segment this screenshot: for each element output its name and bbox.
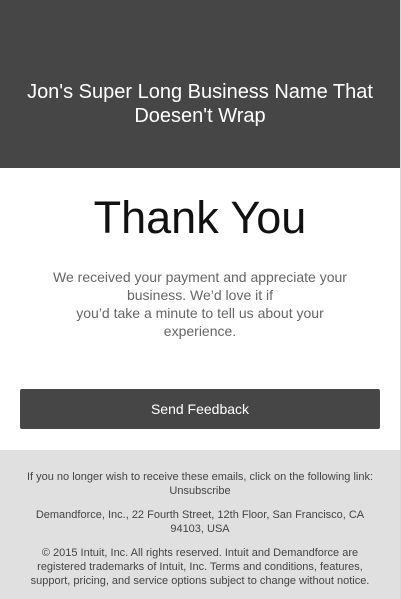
unsubscribe-text: If you no longer wish to receive these e… bbox=[26, 471, 374, 483]
message-line: you’d take a minute to tell us about you… bbox=[76, 305, 324, 321]
legal-line: support, pricing, and service options su… bbox=[30, 575, 370, 587]
header-banner: Jon's Super Long Business Name That Does… bbox=[0, 0, 400, 168]
message-line: We received your payment and appreciate … bbox=[53, 269, 347, 285]
email-page: Jon's Super Long Business Name That Does… bbox=[0, 0, 401, 599]
legal-notice: © 2015 Intuit, Inc. All rights reserved.… bbox=[14, 546, 386, 588]
address-line: Demandforce, Inc., 22 Fourth Street, 12t… bbox=[35, 509, 365, 521]
unsubscribe-link[interactable]: Unsubscribe bbox=[169, 485, 230, 497]
footer: If you no longer wish to receive these e… bbox=[0, 450, 400, 599]
send-feedback-button[interactable]: Send Feedback bbox=[20, 389, 380, 429]
message-line: experience. bbox=[163, 323, 237, 339]
thank-you-message: We received your payment and appreciate … bbox=[40, 268, 360, 340]
address-line: 94103, USA bbox=[170, 523, 230, 535]
unsubscribe-notice: If you no longer wish to receive these e… bbox=[14, 470, 386, 498]
message-line: business. We’d love it if bbox=[126, 287, 274, 303]
legal-line: registered trademarks of Intuit, Inc. Te… bbox=[37, 561, 363, 573]
business-name: Jon's Super Long Business Name That Does… bbox=[27, 81, 373, 127]
page-title: Thank You bbox=[93, 192, 307, 243]
company-address: Demandforce, Inc., 22 Fourth Street, 12t… bbox=[14, 508, 386, 536]
legal-line: © 2015 Intuit, Inc. All rights reserved.… bbox=[41, 547, 359, 559]
